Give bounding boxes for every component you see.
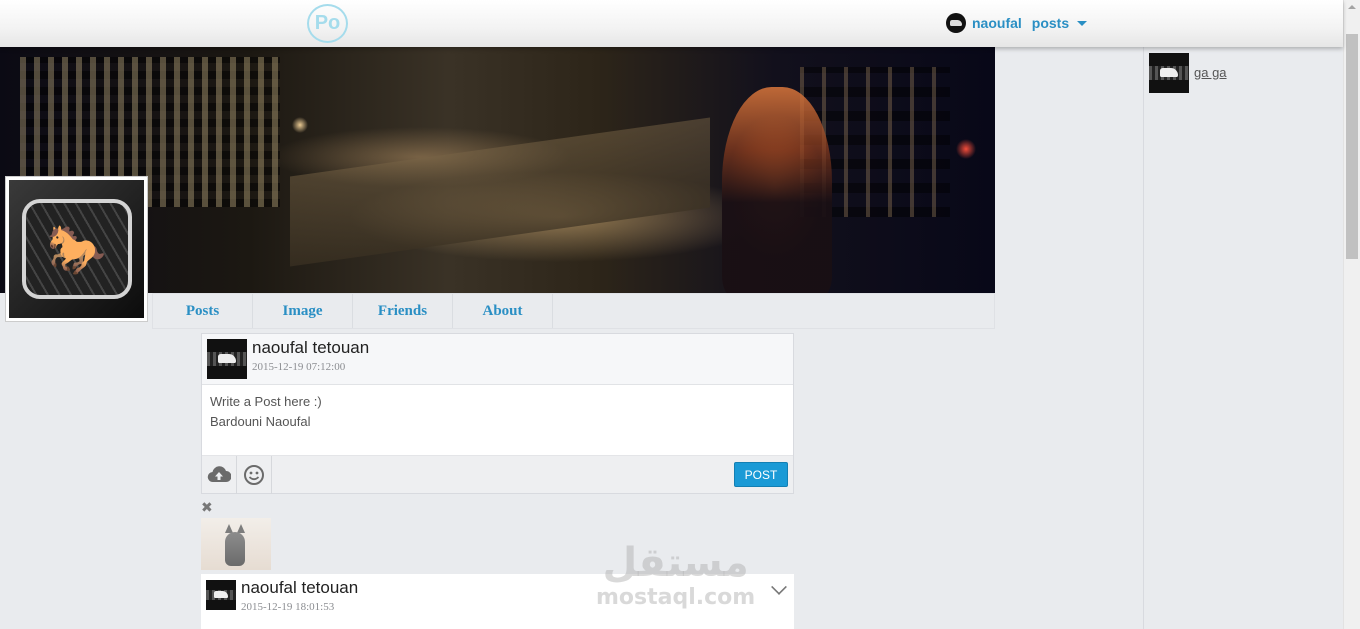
- tab-friends[interactable]: Friends: [353, 294, 453, 328]
- composer-author-name[interactable]: naoufal tetouan: [252, 338, 369, 358]
- cover-train-blur: [290, 117, 710, 267]
- composer-author-avatar[interactable]: [207, 339, 247, 379]
- watermark: مستقل mostaql.com: [596, 540, 755, 610]
- horse-emblem-icon: 🐎: [21, 199, 132, 299]
- composer-date: 2015-12-19 07:12:00: [252, 361, 346, 373]
- watermark-latin: mostaql.com: [596, 585, 756, 610]
- friend-name-link[interactable]: ga ga: [1194, 65, 1227, 80]
- post-author-avatar[interactable]: [206, 580, 236, 610]
- scroll-up-arrow-icon[interactable]: [1348, 5, 1356, 9]
- cover-person-silhouette: [722, 87, 832, 293]
- posts-menu-link[interactable]: posts: [1032, 15, 1069, 31]
- tab-image[interactable]: Image: [253, 294, 353, 328]
- page-scrollbar[interactable]: [1343, 0, 1360, 629]
- chevron-down-icon[interactable]: [771, 579, 787, 595]
- caret-down-icon[interactable]: [1077, 20, 1088, 26]
- tab-about[interactable]: About: [453, 294, 553, 328]
- friend-avatar[interactable]: [1149, 53, 1189, 93]
- kitten-body: [225, 532, 245, 566]
- cover-photo: [0, 47, 995, 293]
- friend-item[interactable]: ga ga: [1149, 53, 1227, 93]
- post-textarea[interactable]: Write a Post here :) Bardouni Naoufal: [202, 385, 793, 455]
- post-text-line-1: Write a Post here :): [210, 394, 322, 409]
- post-button[interactable]: POST: [734, 462, 788, 487]
- scroll-thumb[interactable]: [1346, 34, 1358, 259]
- mustang-logo-image: 🐎: [9, 180, 144, 318]
- user-avatar[interactable]: [946, 13, 966, 33]
- close-icon[interactable]: ✖: [201, 500, 213, 514]
- smiley-icon: [244, 465, 264, 485]
- post-image-kitten[interactable]: [201, 518, 271, 570]
- profile-picture[interactable]: 🐎: [5, 176, 148, 322]
- profile-tabs: Posts Image Friends About: [152, 293, 995, 329]
- post-date: 2015-12-19 18:01:53: [241, 601, 335, 613]
- friends-sidebar: ga ga: [1143, 47, 1343, 629]
- upload-button[interactable]: [202, 456, 237, 494]
- site-logo[interactable]: Po: [307, 4, 348, 43]
- watermark-arabic: مستقل: [602, 540, 749, 586]
- composer-header: naoufal tetouan 2015-12-19 07:12:00: [202, 334, 793, 385]
- post-composer: naoufal tetouan 2015-12-19 07:12:00 Writ…: [201, 333, 794, 494]
- top-navbar: Po naoufal posts: [0, 0, 1343, 47]
- cloud-upload-icon: [207, 466, 231, 483]
- composer-toolbar: POST: [202, 455, 793, 494]
- user-menu[interactable]: naoufal posts: [946, 13, 1088, 33]
- post-text-line-2: Bardouni Naoufal: [210, 414, 311, 429]
- post-author-name[interactable]: naoufal tetouan: [241, 578, 358, 598]
- tab-posts[interactable]: Posts: [153, 294, 253, 328]
- emoji-button[interactable]: [237, 456, 272, 494]
- user-name-link[interactable]: naoufal: [972, 15, 1022, 31]
